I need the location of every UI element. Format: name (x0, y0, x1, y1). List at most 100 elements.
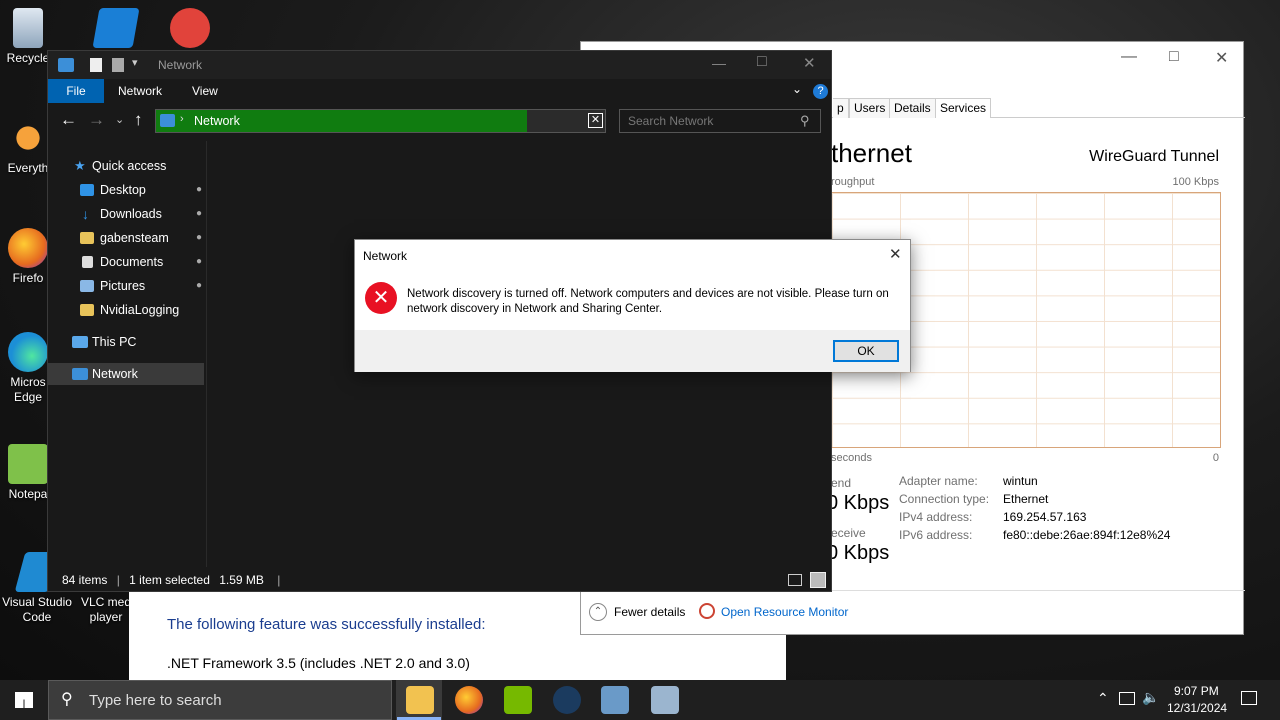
status-bar: 84 items | 1 item selected 1.59 MB | (48, 569, 831, 591)
steam-icon[interactable] (553, 686, 581, 714)
receive-value: 0 Kbps (827, 542, 890, 564)
clock-time[interactable]: 9:07 PM (1174, 684, 1219, 698)
dialog-footer: OK (355, 330, 910, 372)
adapter-name-key: Adapter name: (899, 474, 978, 488)
volume-muted-icon[interactable]: 🔈 (1142, 689, 1159, 706)
recent-locations-icon[interactable]: ⌄ (115, 113, 124, 126)
picture-icon (80, 280, 94, 292)
nav-this-pc[interactable]: This PC (48, 331, 204, 353)
tab-file[interactable]: File (48, 79, 104, 103)
tab-app-history[interactable]: p (833, 98, 849, 118)
back-arrow-icon[interactable]: ← (60, 110, 77, 130)
help-icon[interactable]: ? (813, 84, 828, 99)
throughput-label: roughput (831, 176, 875, 188)
navigation-pane: ★ Quick access Desktop ● ↓ Downloads ● g… (48, 141, 206, 567)
nav-label: NvidiaLogging (100, 303, 180, 317)
nav-label: Downloads (100, 207, 162, 221)
open-resource-monitor-link[interactable]: Open Resource Monitor (721, 605, 848, 619)
nav-label: This PC (92, 335, 137, 349)
title-bar: ▾ Network — □ ✕ (48, 51, 831, 79)
desktop-icon-app-2[interactable] (162, 8, 218, 51)
task-manager-footer: ⌃ Fewer details Open Resource Monitor (581, 590, 1245, 636)
search-input[interactable]: Search Network (628, 114, 713, 128)
notification-center-icon[interactable] (1241, 691, 1257, 705)
maximize-icon[interactable]: □ (757, 53, 767, 71)
windows-start-icon[interactable] (15, 692, 33, 708)
nav-item-downloads[interactable]: ↓ Downloads ● (48, 203, 204, 225)
send-value: 0 Kbps (827, 492, 890, 514)
desktop-icon-app[interactable] (88, 8, 144, 51)
tab-network[interactable]: Network (98, 79, 182, 103)
chevron-up-icon[interactable]: ⌃ (589, 603, 607, 621)
close-icon[interactable]: ✕ (1215, 48, 1228, 68)
forward-arrow-icon[interactable]: → (88, 110, 105, 130)
close-icon[interactable]: ✕ (803, 54, 816, 72)
nav-item-nvidialogging[interactable]: NvidiaLogging (48, 299, 204, 321)
nav-item-gabensteam[interactable]: gabensteam ● (48, 227, 204, 249)
nav-quick-access[interactable]: ★ Quick access (48, 155, 204, 177)
everything-icon (8, 118, 48, 158)
quick-access-toolbar-dropdown-icon[interactable]: ▾ (132, 56, 138, 69)
dialog-message: Network discovery is turned off. Network… (407, 288, 889, 315)
network-window-icon[interactable] (651, 686, 679, 714)
tab-services[interactable]: Services (935, 98, 992, 118)
search-icon: ⚲ (61, 691, 73, 708)
maximize-icon[interactable]: □ (1169, 48, 1179, 66)
pin-icon: ● (195, 256, 202, 267)
clock-date[interactable]: 12/31/2024 (1167, 701, 1227, 715)
properties-icon[interactable] (90, 58, 102, 72)
ribbon: File Network View ⌄ ? (48, 79, 831, 103)
ipv6-value: fe80::debe:26ae:894f:12e8%24 (1003, 528, 1171, 542)
document-icon (82, 256, 93, 268)
error-icon: ✕ (365, 282, 397, 314)
show-hidden-icons-icon[interactable]: ⌃ (1097, 690, 1109, 707)
address-path[interactable]: Network (194, 114, 240, 128)
address-bar[interactable]: › Network ✕ (155, 109, 606, 133)
search-box[interactable]: Search Network ⚲ (619, 109, 821, 133)
app-icon (170, 8, 210, 48)
tab-view[interactable]: View (172, 79, 238, 103)
chevron-down-icon[interactable]: ⌄ (792, 82, 802, 96)
item-count: 84 items (62, 573, 108, 587)
ipv4-value: 169.254.57.163 (1003, 510, 1087, 524)
details-view-icon[interactable] (788, 574, 802, 586)
selected-count: 1 item selected (129, 573, 210, 587)
close-icon[interactable]: ✕ (889, 245, 902, 263)
taskbar-app-explorer[interactable] (396, 680, 442, 720)
installed-feature-text: .NET Framework 3.5 (includes .NET 2.0 an… (167, 655, 470, 671)
minimize-icon[interactable]: — (712, 55, 726, 71)
folder-icon (80, 232, 94, 244)
search-icon: ⚲ (800, 113, 810, 128)
desktop-icon-label: Visual Studio Code (2, 595, 72, 624)
minimize-icon[interactable]: — (1121, 48, 1137, 66)
task-manager-icon[interactable] (601, 686, 629, 714)
nav-label: Quick access (92, 159, 167, 173)
app-icon (92, 8, 140, 48)
tab-users[interactable]: Users (849, 98, 891, 118)
adapter-description: WireGuard Tunnel (1089, 148, 1219, 165)
seconds-label: seconds (831, 452, 872, 464)
ok-button[interactable]: OK (833, 340, 899, 362)
taskbar-search[interactable]: ⚲ Type here to search (48, 680, 392, 720)
up-arrow-icon[interactable]: ↑ (134, 110, 143, 130)
desktop-folder-icon (80, 184, 94, 196)
breadcrumb-separator-icon: › (180, 113, 184, 125)
nav-item-documents[interactable]: Documents ● (48, 251, 204, 273)
nvidia-icon[interactable] (504, 686, 532, 714)
nav-network[interactable]: Network (48, 363, 204, 385)
new-folder-icon[interactable] (112, 58, 124, 72)
large-icons-view-icon[interactable] (810, 572, 826, 588)
stop-loading-icon[interactable]: ✕ (588, 113, 603, 128)
ipv6-key: IPv6 address: (899, 528, 973, 542)
firefox-icon[interactable] (455, 686, 483, 714)
network-tray-icon[interactable] (1119, 692, 1135, 705)
desktop-icon-label: VLC med player (80, 595, 132, 624)
fewer-details-link[interactable]: Fewer details (614, 605, 685, 619)
ipv4-key: IPv4 address: (899, 510, 973, 524)
taskbar-search-input[interactable]: Type here to search (89, 692, 222, 709)
nav-item-pictures[interactable]: Pictures ● (48, 275, 204, 297)
nav-label: Pictures (100, 279, 146, 293)
taskbar: ⚲ Type here to search ⌃ 🔈 9:07 PM 12/31/… (0, 680, 1280, 720)
nav-item-desktop[interactable]: Desktop ● (48, 179, 204, 201)
tab-details[interactable]: Details (889, 98, 936, 118)
